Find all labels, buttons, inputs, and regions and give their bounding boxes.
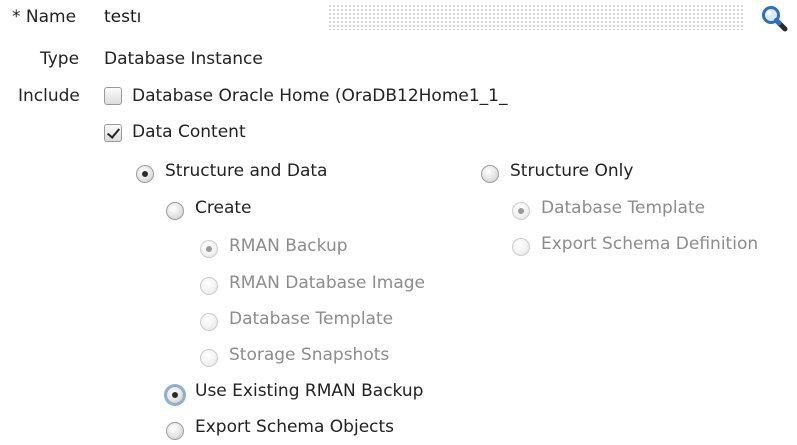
so-export-schema-definition-label: Export Schema Definition (541, 234, 759, 254)
name-input[interactable] (96, 4, 744, 30)
structure-and-data-radio[interactable] (136, 165, 154, 183)
rman-database-image-label: RMAN Database Image (229, 273, 425, 293)
create-radio[interactable] (166, 202, 184, 220)
use-existing-rman-backup-label: Use Existing RMAN Backup (195, 381, 424, 401)
name-label: * Name (12, 7, 77, 27)
rman-backup-radio[interactable] (200, 240, 218, 258)
type-label: Type (40, 49, 80, 69)
include-label: Include (18, 86, 80, 106)
storage-snapshots-label: Storage Snapshots (229, 345, 390, 365)
storage-snapshots-radio[interactable] (200, 349, 218, 367)
export-schema-objects-label: Export Schema Objects (195, 417, 395, 437)
use-existing-rman-backup-radio[interactable] (166, 386, 184, 404)
data-content-label: Data Content (132, 122, 246, 142)
rman-backup-label: RMAN Backup (229, 236, 348, 256)
magnifier-icon[interactable] (760, 4, 790, 34)
oracle-home-checkbox[interactable] (104, 87, 122, 105)
database-template-radio[interactable] (200, 313, 218, 331)
so-database-template-radio[interactable] (512, 202, 530, 220)
structure-only-radio[interactable] (481, 165, 499, 183)
create-label: Create (195, 198, 252, 218)
structure-only-label: Structure Only (510, 161, 634, 181)
rman-database-image-radio[interactable] (200, 277, 218, 295)
so-database-template-label: Database Template (541, 198, 706, 218)
data-content-checkbox[interactable] (104, 124, 122, 142)
oracle-home-label: Database Oracle Home (OraDB12Home1_1_ (132, 86, 508, 106)
so-export-schema-definition-radio[interactable] (512, 238, 530, 256)
export-schema-objects-radio[interactable] (166, 422, 184, 440)
structure-and-data-label: Structure and Data (165, 161, 328, 181)
type-value: Database Instance (104, 49, 263, 69)
database-template-label: Database Template (229, 309, 394, 329)
